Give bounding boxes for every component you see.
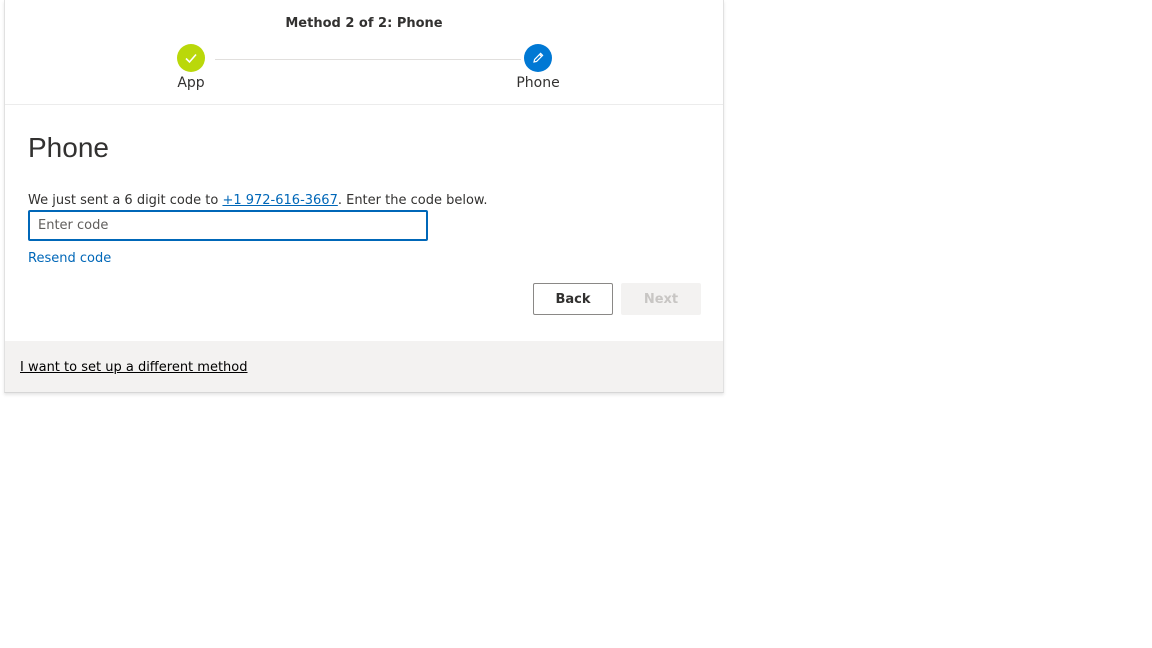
step-app-circle	[177, 44, 205, 72]
footer: I want to set up a different method	[5, 341, 723, 392]
back-button[interactable]: Back	[533, 283, 613, 315]
step-phone: Phone	[498, 44, 578, 91]
different-method-link[interactable]: I want to set up a different method	[20, 360, 248, 375]
checkmark-icon	[185, 53, 197, 64]
resend-code-link[interactable]: Resend code	[28, 251, 111, 266]
next-button[interactable]: Next	[621, 283, 701, 315]
step-app-label: App	[177, 75, 205, 91]
instruction-prefix: We just sent a 6 digit code to	[28, 193, 223, 208]
setup-card: Method 2 of 2: Phone App Phone Phone We …	[4, 0, 724, 393]
step-phone-label: Phone	[516, 75, 560, 91]
step-title: Method 2 of 2: Phone	[285, 16, 443, 31]
step-phone-circle	[524, 44, 552, 72]
pencil-icon	[533, 52, 544, 63]
progress-line	[215, 59, 521, 60]
instruction-suffix: . Enter the code below.	[337, 193, 488, 208]
phone-number-link[interactable]: +1 972-616-3667	[222, 193, 337, 208]
progress-header: Method 2 of 2: Phone App Phone	[5, 0, 723, 105]
step-app: App	[151, 44, 231, 91]
instruction-text: We just sent a 6 digit code to +1 972-61…	[28, 193, 487, 208]
page-title: Phone	[28, 132, 109, 163]
code-input[interactable]	[28, 210, 428, 241]
